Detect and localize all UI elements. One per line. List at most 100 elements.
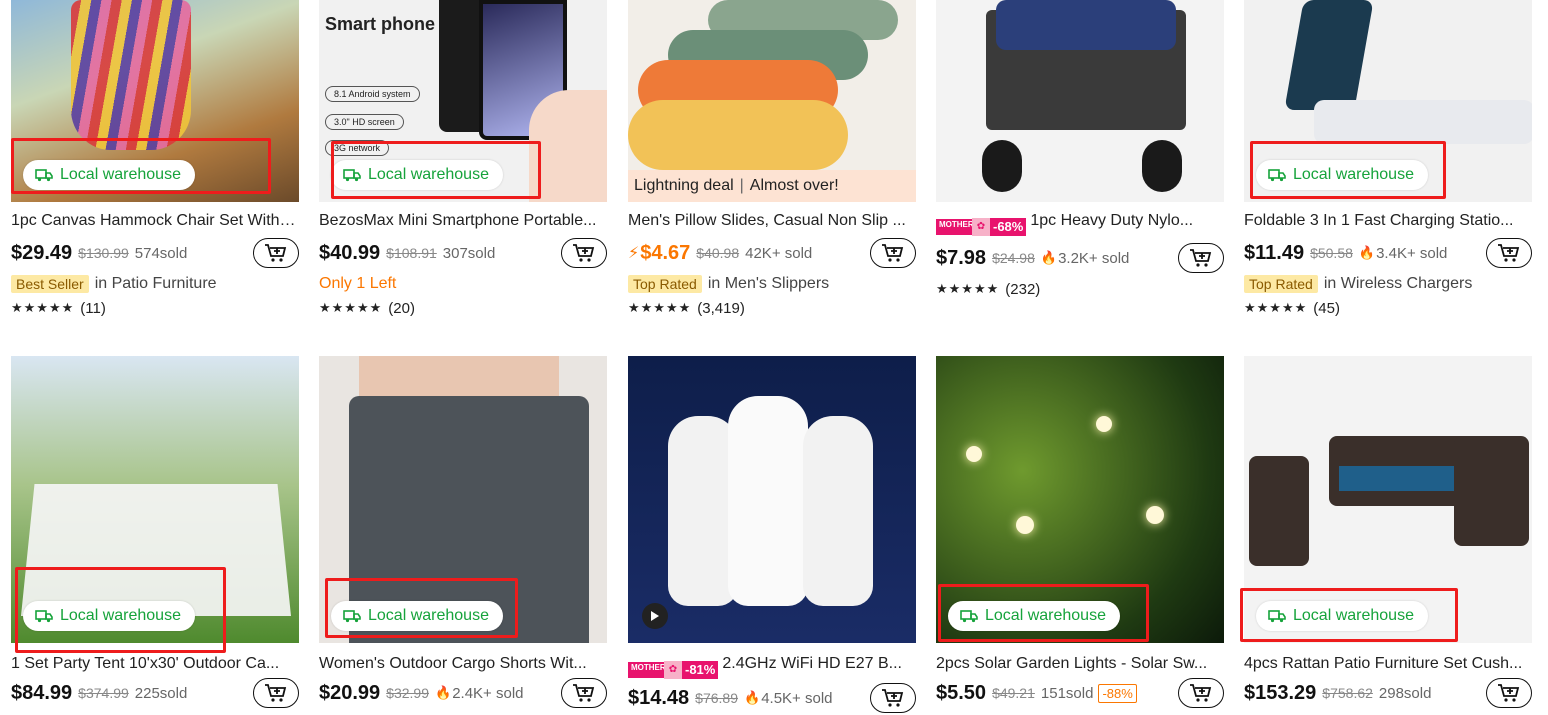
image-spec: 8.1 Android system (325, 86, 420, 102)
original-price: $49.21 (992, 685, 1035, 701)
sold-count: 151sold (1040, 684, 1094, 702)
product-card[interactable]: Local warehouse Women's Outdoor Cargo Sh… (319, 356, 607, 708)
product-image[interactable] (628, 356, 916, 643)
review-count: (3,419) (697, 299, 745, 317)
product-price: $11.49 (1244, 241, 1305, 264)
star-rating-icon: ★★★★★ (936, 281, 1000, 296)
category-text: in Wireless Chargers (1323, 275, 1473, 292)
add-to-cart-button[interactable] (870, 238, 916, 268)
play-icon (651, 611, 659, 621)
play-video-button[interactable] (642, 603, 668, 629)
highlight-box (325, 578, 518, 638)
cart-plus-icon (1190, 249, 1212, 267)
original-price: $40.98 (696, 245, 740, 261)
cart-plus-icon (573, 684, 595, 702)
fire-icon: 🔥 (435, 685, 452, 700)
review-count: (11) (80, 299, 106, 317)
product-title[interactable]: 1pc Canvas Hammock Chair Set With Stand.… (11, 211, 299, 231)
cart-plus-icon (1498, 244, 1520, 262)
mothers-day-badge: MOTHER'S DAY ✿ -81% (628, 661, 719, 679)
product-title[interactable]: 2pcs Solar Garden Lights - Solar Sw... (936, 654, 1224, 674)
image-spec: 3.0" HD screen (325, 114, 404, 130)
add-to-cart-button[interactable] (253, 238, 299, 268)
lightning-icon: ⚡ (628, 245, 640, 262)
product-price: $5.50 (936, 681, 987, 704)
top-rated-badge: Top Rated (1244, 275, 1318, 293)
product-image[interactable] (936, 0, 1224, 202)
product-title[interactable]: Women's Outdoor Cargo Shorts Wit... (319, 654, 607, 674)
flower-icon: ✿ (972, 218, 990, 236)
product-title[interactable]: Foldable 3 In 1 Fast Charging Statio... (1244, 211, 1532, 231)
product-title[interactable]: 1 Set Party Tent 10'x30' Outdoor Ca... (11, 654, 299, 674)
add-to-cart-button[interactable] (1178, 243, 1224, 273)
add-to-cart-button[interactable] (561, 678, 607, 708)
add-to-cart-button[interactable] (870, 683, 916, 713)
cart-plus-icon (1190, 684, 1212, 702)
cart-plus-icon (882, 244, 904, 262)
image-text: Smart phone (325, 14, 436, 34)
product-title[interactable]: MOTHER'S DAY ✿ -81% 2.4GHz WiFi HD E27 B... (628, 654, 916, 679)
sold-count: 307sold (442, 244, 496, 262)
fire-icon: 🔥 (744, 690, 761, 705)
product-card[interactable]: Local warehouse 2pcs Solar Garden Lights… (936, 356, 1224, 708)
add-to-cart-button[interactable] (1486, 238, 1532, 268)
highlight-box (15, 567, 226, 653)
sold-count: 🔥 3.2K+ sold (1040, 249, 1130, 267)
product-title[interactable]: BezosMax Mini Smartphone Portable... (319, 211, 607, 231)
mothers-day-badge: MOTHER'S DAY ✿ -68% (936, 218, 1027, 236)
best-seller-badge: Best Seller (11, 275, 89, 293)
product-image[interactable]: Lightning deal | Almost over! (628, 0, 916, 202)
cart-plus-icon (1498, 684, 1520, 702)
add-to-cart-button[interactable] (253, 678, 299, 708)
category-text: in Patio Furniture (94, 275, 217, 292)
product-title[interactable]: MOTHER'S DAY ✿ -68% 1pc Heavy Duty Nylo... (936, 211, 1224, 236)
sold-count: 🔥 2.4K+ sold (435, 684, 524, 702)
add-to-cart-button[interactable] (561, 238, 607, 268)
star-rating-icon: ★★★★★ (628, 300, 692, 315)
highlight-box (1250, 141, 1446, 199)
product-card[interactable]: Local warehouse 1 Set Party Tent 10'x30'… (11, 356, 299, 708)
cart-plus-icon (265, 684, 287, 702)
discount-percent: -81% (682, 661, 719, 679)
star-rating-icon: ★★★★★ (11, 300, 75, 315)
sold-count: 225sold (134, 684, 188, 702)
discount-percent: -68% (990, 218, 1027, 236)
star-rating-icon: ★★★★★ (319, 300, 383, 315)
product-card[interactable]: MOTHER'S DAY ✿ -81% 2.4GHz WiFi HD E27 B...… (628, 356, 916, 713)
add-to-cart-button[interactable] (1178, 678, 1224, 708)
sold-count: 574sold (134, 244, 188, 262)
top-rated-badge: Top Rated (628, 275, 702, 293)
mothers-day-tag: MOTHER'S DAY (936, 219, 999, 235)
cart-plus-icon (882, 689, 904, 707)
star-rating-icon: ★★★★★ (1244, 300, 1308, 315)
fire-icon: 🔥 (1040, 250, 1058, 265)
cart-plus-icon (573, 244, 595, 262)
highlight-box (1240, 588, 1458, 642)
category-text: in Men's Slippers (707, 275, 830, 292)
sold-count: 298sold (1378, 684, 1432, 702)
product-title[interactable]: 4pcs Rattan Patio Furniture Set Cush... (1244, 654, 1532, 674)
product-card[interactable]: Local warehouse 4pcs Rattan Patio Furnit… (1244, 356, 1532, 708)
original-price: $50.58 (1310, 245, 1353, 261)
sold-count: 42K+ sold (745, 244, 813, 262)
highlight-box (938, 584, 1149, 642)
product-price: $20.99 (319, 681, 381, 704)
product-card[interactable]: MOTHER'S DAY ✿ -68% 1pc Heavy Duty Nylo... … (936, 0, 1224, 299)
cart-plus-icon (265, 244, 287, 262)
product-card[interactable]: Lightning deal | Almost over! Men's Pillow… (628, 0, 916, 318)
product-price: $7.98 (936, 246, 987, 269)
fire-icon: 🔥 (1358, 245, 1376, 260)
original-price: $374.99 (78, 685, 129, 701)
review-count: (45) (1313, 299, 1340, 317)
sold-count: 🔥 3.4K+ sold (1358, 244, 1448, 262)
discount-badge: -88% (1098, 683, 1137, 703)
product-price: $153.29 (1244, 681, 1317, 704)
product-price: $14.48 (628, 686, 690, 709)
original-price: $76.89 (695, 690, 738, 706)
product-title[interactable]: Men's Pillow Slides, Casual Non Slip ... (628, 211, 916, 231)
add-to-cart-button[interactable] (1486, 678, 1532, 708)
review-count: (232) (1005, 280, 1041, 298)
almost-over-label: Almost over! (749, 177, 839, 194)
review-count: (20) (388, 299, 415, 317)
flower-icon: ✿ (664, 661, 682, 679)
